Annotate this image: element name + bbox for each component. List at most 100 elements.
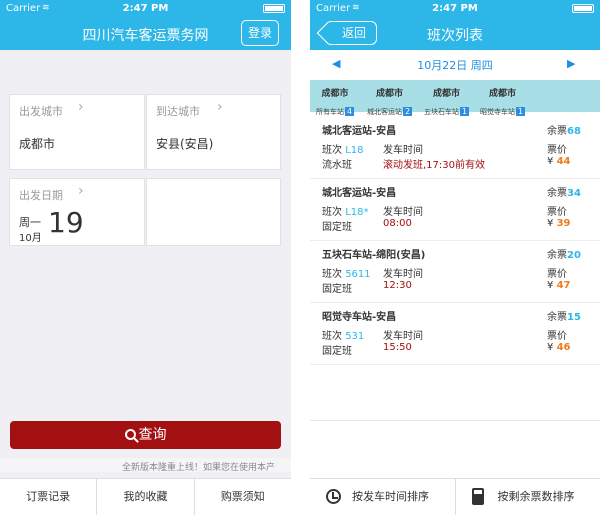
station-filter-all[interactable]: 成都市 所有车站 4	[316, 86, 355, 118]
battery-icon	[263, 4, 285, 13]
station-city: 成都市	[321, 89, 349, 99]
trip-type: 固定班	[322, 284, 352, 295]
station-name: 五块石车站	[424, 108, 459, 116]
left-screen: Carrier ≋ 2:47 PM 四川汽车客运票务网 登录 出发城市 › 成都…	[0, 0, 291, 515]
depart-label: 发车时间	[383, 207, 423, 218]
status-bar: Carrier ≋ 2:47 PM	[0, 0, 291, 17]
station-count-badge: 4	[345, 107, 355, 116]
empty-card	[146, 178, 281, 246]
trip-type: 固定班	[322, 346, 352, 357]
station-filter-wukuaishi[interactable]: 成都市 五块石车站 1	[424, 86, 470, 118]
back-button-label: 返回	[341, 26, 366, 40]
depart-label: 发车时间	[383, 269, 423, 280]
price-label: 票价	[547, 207, 567, 218]
station-count-badge: 1	[460, 107, 470, 116]
trip-type: 流水班	[322, 160, 352, 171]
trip-row[interactable]: 城北客运站-安昌 余票68 班次 L18 发车时间 票价 流水班 滚动发班,17…	[310, 117, 600, 179]
notice-text: 全新版本隆重上线！如果您在使用本产	[122, 463, 276, 472]
date-month: 10月	[19, 233, 42, 244]
trip-remain: 余票20	[547, 250, 581, 261]
depart-time: 08:00	[383, 218, 412, 229]
login-button[interactable]: 登录	[241, 20, 279, 46]
tab-booking-records[interactable]: 订票记录	[0, 479, 98, 515]
depart-label: 发车时间	[383, 331, 423, 342]
clock-time: 2:47 PM	[432, 3, 478, 14]
price-label: 票价	[547, 145, 567, 156]
calculator-icon	[471, 488, 484, 505]
station-name: 昭觉寺车站	[480, 108, 515, 116]
trip-number: 班次 L18*	[322, 207, 369, 218]
chevron-right-icon: ›	[78, 183, 84, 199]
trip-route: 五块石车站-绵阳(安昌)	[322, 250, 426, 261]
clock-time: 2:47 PM	[122, 3, 169, 14]
nav-bar: 班次列表 返回	[310, 17, 600, 50]
station-count-badge: 2	[403, 107, 413, 116]
trip-row[interactable]: 五块石车站-绵阳(安昌) 余票20 班次 5611 发车时间 票价 固定班 12…	[310, 241, 600, 303]
chevron-right-icon: ›	[217, 99, 223, 115]
depart-time: 15:50	[383, 342, 412, 353]
date-weekday: 周一	[19, 216, 41, 229]
station-city: 成都市	[376, 89, 404, 99]
bottom-tab-bar: 订票记录 我的收藏 购票须知	[0, 478, 291, 515]
depart-time: 12:30	[383, 280, 412, 291]
next-day-icon[interactable]: ▶	[567, 57, 575, 70]
notice-marquee: 全新版本隆重上线！如果您在使用本产	[0, 458, 291, 472]
trip-remain: 余票68	[547, 126, 581, 137]
nav-bar: 四川汽车客运票务网 登录	[0, 17, 291, 50]
tab-favorites[interactable]: 我的收藏	[97, 479, 195, 515]
back-button[interactable]: 返回	[325, 21, 377, 45]
departure-date-field[interactable]: 出发日期 › 周一 10月 19	[9, 178, 145, 246]
trip-number: 班次 531	[322, 331, 365, 342]
search-icon	[124, 429, 136, 440]
clock-icon	[326, 489, 341, 504]
sort-bar: 按发车时间排序 按剩余票数排序	[310, 478, 600, 515]
trip-number: 班次 L18	[322, 145, 364, 156]
sort-by-departure-label: 按发车时间排序	[352, 490, 429, 503]
from-city-value: 成都市	[19, 137, 56, 151]
battery-icon	[572, 4, 594, 13]
trip-remain: 余票34	[547, 188, 581, 199]
station-count-badge: 1	[516, 107, 526, 116]
trip-route: 城北客运站-安昌	[322, 126, 397, 137]
trip-row[interactable]: 昭觉寺车站-安昌 余票15 班次 531 发车时间 票价 固定班 15:50 ¥…	[310, 303, 600, 365]
trip-row[interactable]: 城北客运站-安昌 余票34 班次 L18* 发车时间 票价 固定班 08:00 …	[310, 179, 600, 241]
station-name: 所有车站	[316, 108, 344, 116]
search-button-label: 查询	[138, 427, 167, 443]
from-city-label: 出发城市	[19, 105, 63, 118]
to-city-label: 到达城市	[156, 105, 200, 118]
station-city: 成都市	[489, 89, 517, 99]
right-screen: Carrier ≋ 2:47 PM 班次列表 返回 ◀ 10月22日 周四 ▶ …	[310, 0, 600, 515]
date-selector: ◀ 10月22日 周四 ▶	[310, 50, 600, 80]
station-city: 成都市	[433, 89, 461, 99]
departure-date-label: 出发日期	[19, 189, 63, 202]
status-bar: Carrier ≋ 2:47 PM	[310, 0, 600, 17]
search-button[interactable]: 查询	[10, 421, 281, 449]
trip-route: 昭觉寺车站-安昌	[322, 312, 397, 323]
chevron-right-icon: ›	[78, 99, 84, 115]
station-name: 城北客运站	[367, 108, 402, 116]
station-filter-bar: 成都市 所有车站 4 成都市 城北客运站 2 成都市 五块石车站 1 成都市 昭觉寺车…	[310, 80, 600, 116]
sort-by-remaining-button[interactable]: 按剩余票数排序	[456, 479, 600, 515]
trip-list: 城北客运站-安昌 余票68 班次 L18 发车时间 票价 流水班 滚动发班,17…	[310, 117, 600, 365]
price-label: 票价	[547, 269, 567, 280]
selected-date: 10月22日 周四	[417, 59, 493, 72]
station-filter-chengbei[interactable]: 成都市 城北客运站 2	[367, 86, 413, 118]
tab-purchase-notes[interactable]: 购票须知	[195, 479, 291, 515]
sort-by-departure-button[interactable]: 按发车时间排序	[310, 479, 456, 515]
date-day: 19	[48, 206, 84, 239]
trip-price: ¥ 47	[547, 280, 571, 291]
price-label: 票价	[547, 331, 567, 342]
trip-price: ¥ 44	[547, 156, 571, 167]
from-city-field[interactable]: 出发城市 › 成都市	[9, 94, 145, 170]
sort-by-remaining-label: 按剩余票数排序	[497, 490, 575, 503]
to-city-field[interactable]: 到达城市 › 安县(安昌)	[146, 94, 281, 170]
trip-price: ¥ 39	[547, 218, 571, 229]
trip-route: 城北客运站-安昌	[322, 188, 397, 199]
trip-price: ¥ 46	[547, 342, 571, 353]
trip-remain: 余票15	[547, 312, 581, 323]
divider	[310, 420, 600, 421]
station-filter-zhaojuesi[interactable]: 成都市 昭觉寺车站 1	[480, 86, 526, 118]
trip-number: 班次 5611	[322, 269, 371, 280]
to-city-value: 安县(安昌)	[156, 137, 214, 151]
depart-time: 滚动发班,17:30前有效	[383, 160, 485, 171]
